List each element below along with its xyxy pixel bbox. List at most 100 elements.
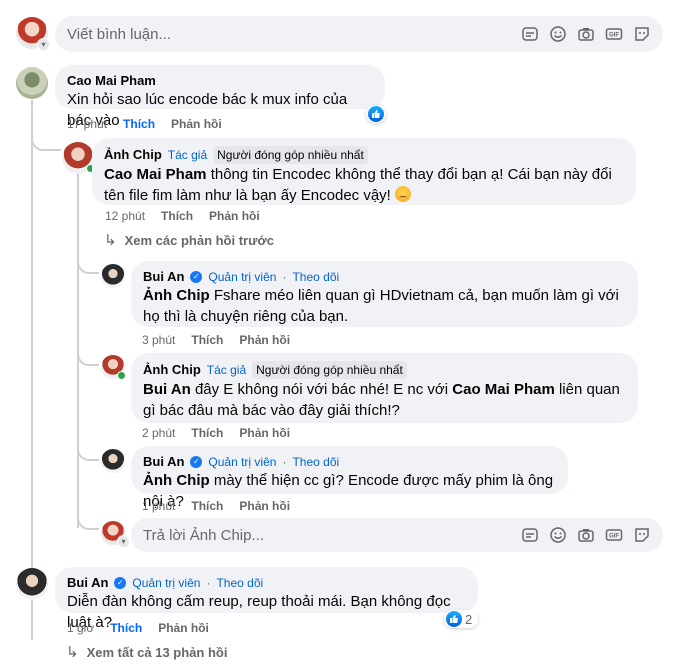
- comment-meta: 3 phút Thích Phản hồi: [142, 333, 290, 347]
- reaction-count[interactable]: [366, 105, 386, 123]
- admin-badge: Quản trị viên: [208, 270, 277, 284]
- sticker-icon[interactable]: [521, 25, 539, 43]
- like-button[interactable]: Thích: [161, 209, 193, 223]
- see-previous-replies-link[interactable]: ↳ Xem các phản hồi trước: [104, 231, 274, 249]
- svg-text:GIF: GIF: [609, 534, 619, 540]
- comment-bubble: Ảnh Chip Tác giả Người đóng góp nhiều nh…: [92, 138, 636, 205]
- verified-icon: ✓: [114, 577, 127, 589]
- avatar[interactable]: [101, 449, 125, 473]
- follow-button[interactable]: Theo dõi: [216, 575, 263, 591]
- see-previous-label: Xem các phản hồi trước: [124, 232, 274, 248]
- avatar[interactable]: [101, 264, 125, 288]
- gif-icon[interactable]: GIF: [605, 526, 623, 544]
- comment-bubble: Bui An ✓ Quản trị viên · Theo dõi Diễn đ…: [55, 567, 478, 631]
- top-contributor-badge: Người đóng góp nhiều nhất: [213, 146, 368, 164]
- comment-time[interactable]: 2 phút: [142, 426, 175, 440]
- comment-bubble: Ảnh Chip Tác giả Người đóng góp nhiều nh…: [131, 353, 638, 423]
- mention[interactable]: Bui An: [143, 381, 191, 398]
- separator: ·: [282, 270, 287, 284]
- sticker-icon[interactable]: [521, 526, 539, 544]
- comment-author[interactable]: Bui An: [67, 575, 108, 591]
- reply-composer[interactable]: GIF: [131, 518, 663, 552]
- online-status: [117, 371, 126, 380]
- comment-author[interactable]: Ảnh Chip: [104, 147, 162, 163]
- reply-button[interactable]: Phản hồi: [239, 333, 290, 347]
- comment-time[interactable]: 12 phút: [105, 209, 145, 223]
- like-reaction-icon: [368, 106, 384, 122]
- comment-meta: 17 phút Thích Phản hồi: [67, 117, 222, 131]
- verified-icon: ✓: [190, 271, 203, 283]
- camera-icon[interactable]: [577, 25, 595, 43]
- comment-text: Ảnh Chip Fshare méo liên quan gì HDvietn…: [143, 285, 626, 327]
- like-button[interactable]: Thích: [191, 333, 223, 347]
- comment-author[interactable]: Bui An: [143, 454, 184, 470]
- separator: ·: [282, 455, 287, 469]
- see-all-label: Xem tất cả 13 phản hồi: [86, 644, 228, 660]
- reply-button[interactable]: Phản hồi: [239, 426, 290, 440]
- comment-time[interactable]: 17 phút: [67, 117, 107, 131]
- comment-meta: 1 phút Thích Phản hồi: [142, 499, 290, 513]
- like-reaction-icon: [446, 611, 462, 627]
- avatar[interactable]: [16, 568, 48, 600]
- comment-input[interactable]: [55, 16, 521, 52]
- comment-meta: 12 phút Thích Phản hồi: [105, 209, 260, 223]
- reply-arrow-icon: ↳: [104, 232, 117, 249]
- reply-button[interactable]: Phản hồi: [158, 621, 209, 635]
- like-button[interactable]: Thích: [110, 621, 142, 635]
- reaction-number: 2: [465, 611, 473, 627]
- comment-bubble: Bui An ✓ Quản trị viên · Theo dõi Ảnh Ch…: [131, 446, 568, 510]
- comment-text: Bui An đây E không nói với bác nhé! E nc…: [143, 379, 626, 421]
- comment-author[interactable]: Cao Mai Pham: [67, 73, 156, 89]
- thread-connector: [77, 515, 99, 530]
- see-all-replies-link[interactable]: ↳ Xem tất cả 13 phản hồi: [66, 643, 227, 661]
- sad-face-emoji-icon: [395, 186, 412, 202]
- like-button[interactable]: Thích: [191, 426, 223, 440]
- comment-time[interactable]: 1 phút: [142, 499, 175, 513]
- thread-connector: [77, 350, 99, 366]
- mention[interactable]: Ảnh Chip: [143, 287, 210, 304]
- thread-line: [77, 168, 79, 528]
- verified-icon: ✓: [190, 456, 203, 468]
- comment-bubble: Cao Mai Pham Xin hỏi sao lúc encode bác …: [55, 65, 385, 129]
- thread-line: [31, 100, 33, 640]
- chevron-down-icon[interactable]: ▾: [117, 535, 130, 548]
- like-button[interactable]: Thích: [191, 499, 223, 513]
- separator: ·: [206, 576, 211, 590]
- comment-body: Fshare méo liên quan gì HDvietnam cả, bạ…: [143, 287, 619, 325]
- reply-arrow-icon: ↳: [66, 644, 79, 661]
- author-badge: Tác giả: [167, 148, 208, 162]
- comment-composer[interactable]: GIF: [55, 16, 663, 52]
- comment-text: Cao Mai Pham thông tin Encodec không thể…: [104, 164, 624, 206]
- comment-bubble: Bui An ✓ Quản trị viên · Theo dõi Ảnh Ch…: [131, 261, 638, 327]
- emoji-icon[interactable]: [549, 526, 567, 544]
- reply-input[interactable]: [131, 518, 521, 552]
- comment-time[interactable]: 3 phút: [142, 333, 175, 347]
- mention[interactable]: Cao Mai Pham: [104, 166, 207, 183]
- follow-button[interactable]: Theo dõi: [292, 454, 339, 470]
- mention[interactable]: Cao Mai Pham: [452, 381, 555, 398]
- avatar[interactable]: [16, 67, 48, 99]
- reaction-count[interactable]: 2: [444, 610, 479, 628]
- comment-author[interactable]: Ảnh Chip: [143, 362, 201, 378]
- comment-meta: 1 giờ Thích Phản hồi: [67, 621, 209, 635]
- admin-badge: Quản trị viên: [132, 576, 201, 590]
- emoji-icon[interactable]: [549, 25, 567, 43]
- mention[interactable]: Ảnh Chip: [143, 472, 210, 489]
- reply-button[interactable]: Phản hồi: [239, 499, 290, 513]
- gif-icon[interactable]: GIF: [605, 25, 623, 43]
- like-button[interactable]: Thích: [123, 117, 155, 131]
- svg-text:GIF: GIF: [609, 33, 619, 39]
- sticker-face-icon[interactable]: [633, 25, 651, 43]
- thread-connector: [31, 125, 61, 151]
- comment-body: đây E không nói với bác nhé! E nc với: [190, 381, 453, 398]
- author-badge: Tác giả: [206, 363, 247, 377]
- follow-button[interactable]: Theo dõi: [292, 269, 339, 285]
- sticker-face-icon[interactable]: [633, 526, 651, 544]
- comment-time[interactable]: 1 giờ: [67, 621, 94, 635]
- chevron-down-icon[interactable]: ▾: [37, 38, 50, 51]
- admin-badge: Quản trị viên: [208, 455, 277, 469]
- camera-icon[interactable]: [577, 526, 595, 544]
- reply-button[interactable]: Phản hồi: [171, 117, 222, 131]
- reply-button[interactable]: Phản hồi: [209, 209, 260, 223]
- comment-author[interactable]: Bui An: [143, 269, 184, 285]
